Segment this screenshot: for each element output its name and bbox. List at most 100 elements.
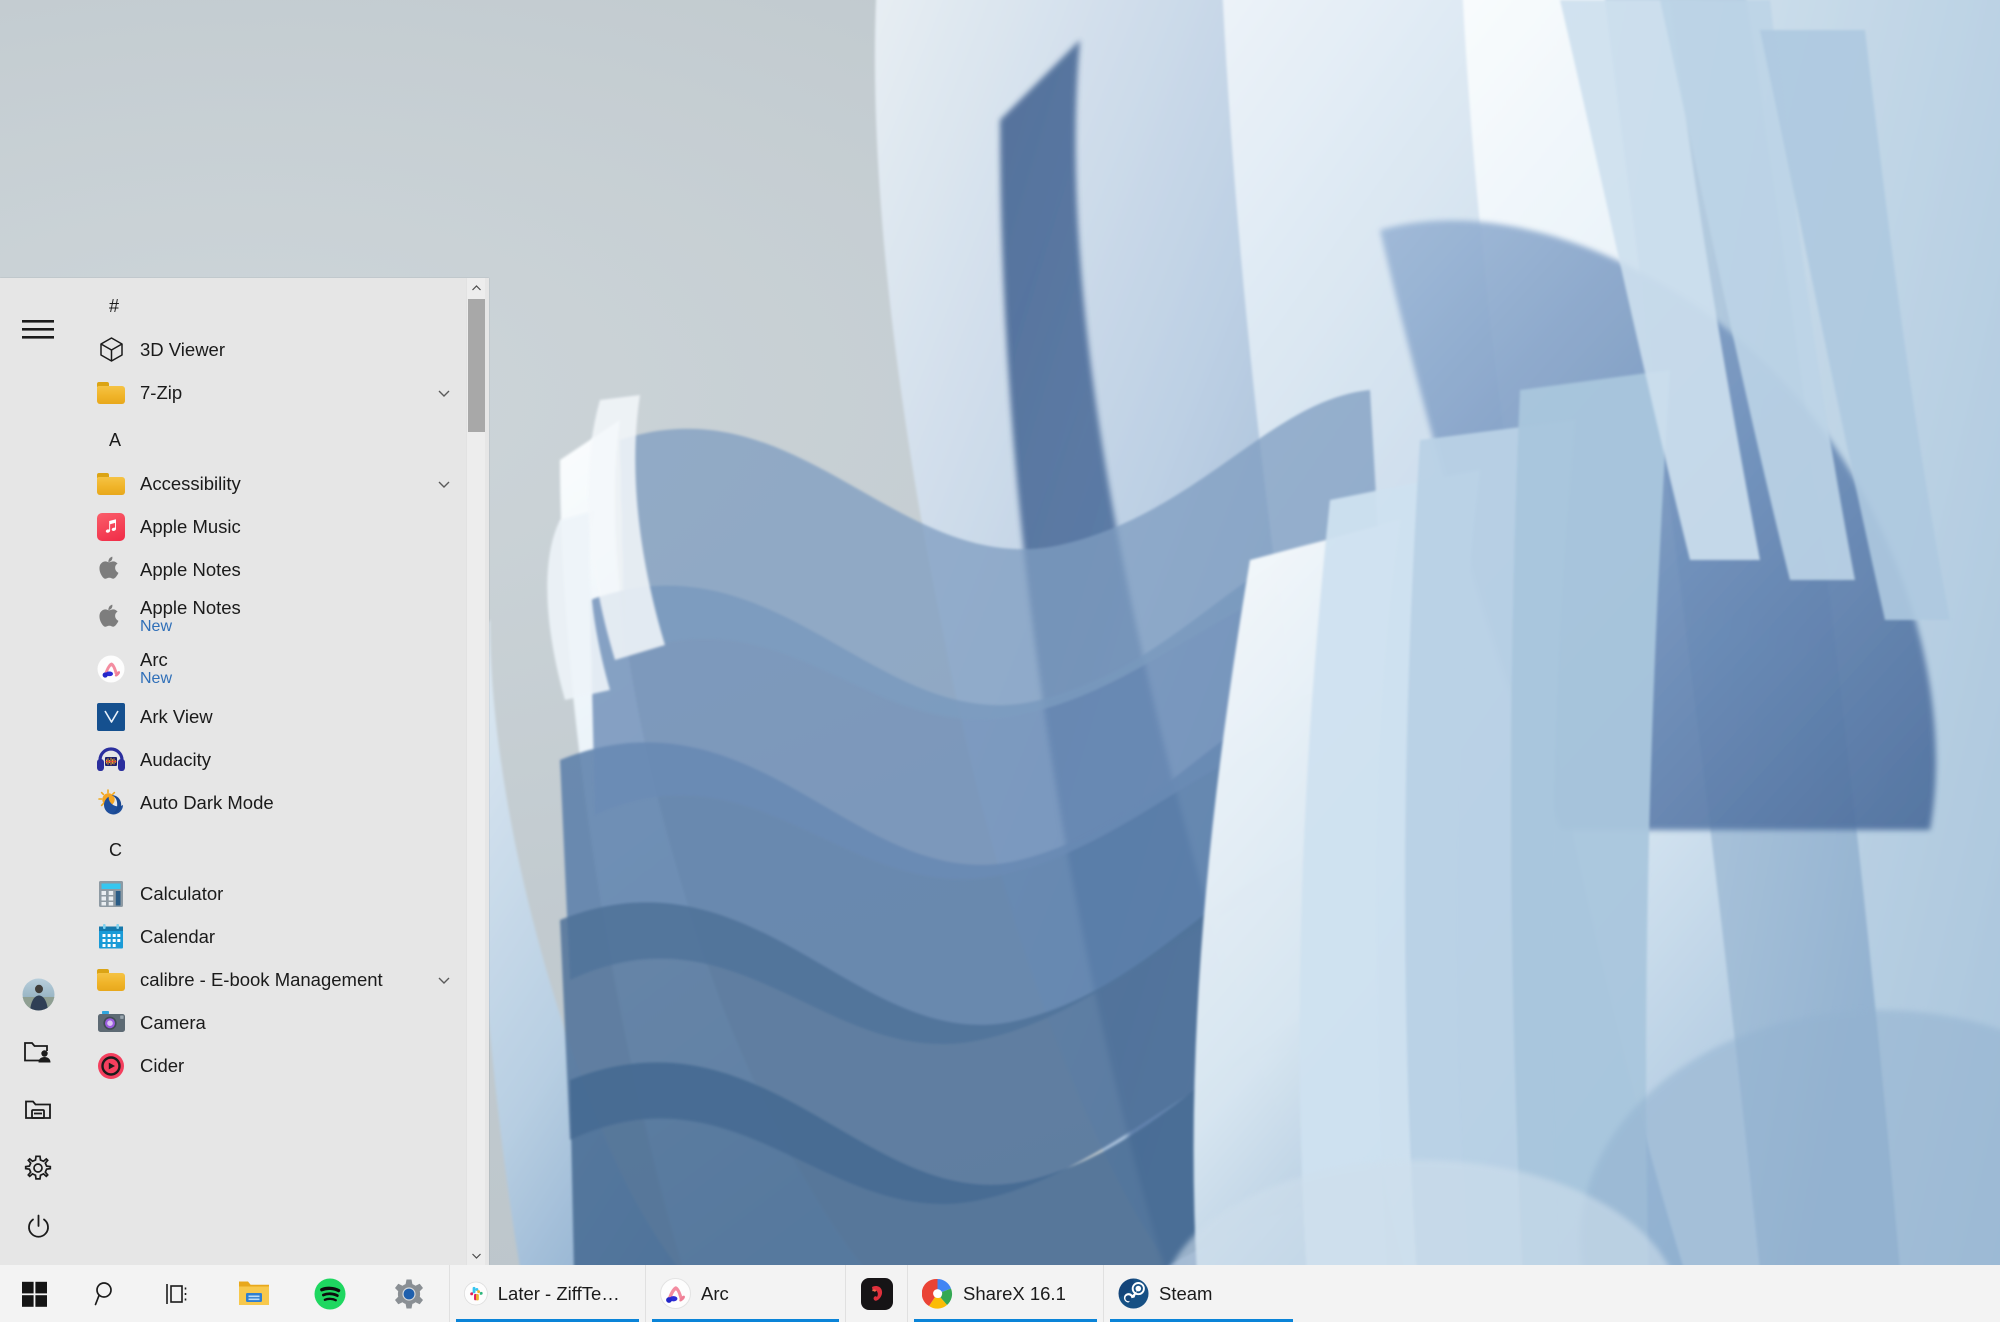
app-label: Calendar [140, 926, 215, 947]
app-label: Ark View [140, 706, 213, 727]
app-list[interactable]: # 3D Viewer 7-Zip [76, 278, 470, 1265]
documents-button[interactable] [0, 1023, 76, 1081]
app-list-scroll-region[interactable]: # 3D Viewer 7-Zip [76, 278, 489, 1265]
task-label: ShareX 16.1 [963, 1283, 1066, 1305]
calendar-icon [96, 922, 126, 952]
new-badge: New [140, 618, 241, 636]
app-label: Calculator [140, 883, 223, 904]
app-item-apple-notes-new[interactable]: Apple Notes New [76, 591, 470, 643]
pictures-folder-icon [23, 1097, 53, 1123]
app-item-calculator[interactable]: Calculator [76, 872, 470, 915]
start-menu[interactable]: # 3D Viewer 7-Zip [0, 278, 489, 1265]
app-item-cider[interactable]: Cider [76, 1044, 470, 1087]
folder-icon [96, 469, 126, 499]
app-item-3d-viewer[interactable]: 3D Viewer [76, 328, 470, 371]
ark-view-icon [96, 702, 126, 732]
task-view-button[interactable] [142, 1265, 216, 1322]
chevron-down-icon[interactable] [436, 476, 452, 492]
app-label: Apple Music [140, 516, 241, 537]
arc-browser-icon [96, 654, 126, 684]
app-label: Arc [140, 649, 172, 670]
chevron-down-icon[interactable] [436, 385, 452, 401]
taskbar-task-slack[interactable]: Later - ZiffTech - Sl... [449, 1265, 645, 1322]
app-item-auto-dark-mode[interactable]: Auto Dark Mode [76, 781, 470, 824]
avatar-icon [22, 978, 55, 1011]
app-label: Audacity [140, 749, 211, 770]
documents-folder-icon [23, 1039, 53, 1065]
task-label: Steam [1159, 1283, 1212, 1305]
app-item-7-zip[interactable]: 7-Zip [76, 371, 470, 414]
app-item-apple-music[interactable]: Apple Music [76, 505, 470, 548]
app-item-accessibility[interactable]: Accessibility [76, 462, 470, 505]
power-button[interactable] [0, 1197, 76, 1255]
folder-icon [96, 965, 126, 995]
power-icon [25, 1213, 52, 1240]
user-avatar-button[interactable] [0, 965, 76, 1023]
app-item-audacity[interactable]: Audacity [76, 738, 470, 781]
taskbar-settings-button[interactable] [369, 1265, 449, 1322]
taskbar-task-sharex[interactable]: ShareX 16.1 [907, 1265, 1103, 1322]
chevron-down-icon[interactable] [436, 972, 452, 988]
cider-taskbar-icon [860, 1277, 894, 1311]
gear-icon [24, 1154, 52, 1182]
taskbar[interactable]: Later - ZiffTech - Sl... Arc [0, 1265, 2000, 1322]
taskbar-spotify-button[interactable] [291, 1265, 369, 1322]
app-item-camera[interactable]: Camera [76, 1001, 470, 1044]
taskbar-task-cider[interactable] [845, 1265, 907, 1322]
group-header-hash[interactable]: # [76, 284, 470, 328]
app-item-arc[interactable]: Arc New [76, 643, 470, 695]
steam-icon [1118, 1278, 1149, 1309]
search-icon [93, 1280, 120, 1307]
apple-logo-icon [96, 602, 126, 632]
app-label: Auto Dark Mode [140, 792, 274, 813]
app-label: 3D Viewer [140, 339, 225, 360]
settings-gear-icon [393, 1278, 425, 1310]
task-label: Later - ZiffTech - Sl... [498, 1283, 629, 1305]
folder-icon [96, 378, 126, 408]
hamburger-menu-button[interactable] [0, 300, 76, 358]
task-view-icon [165, 1281, 193, 1307]
app-item-ark-view[interactable]: Ark View [76, 695, 470, 738]
pictures-button[interactable] [0, 1081, 76, 1139]
sharex-icon [922, 1278, 953, 1309]
audacity-icon [96, 745, 126, 775]
app-label: Accessibility [140, 473, 241, 494]
app-label: Apple Notes [140, 559, 241, 580]
auto-dark-mode-icon [96, 788, 126, 818]
start-button[interactable] [0, 1265, 70, 1322]
scrollbar-down-arrow[interactable] [467, 1246, 486, 1265]
taskbar-task-steam[interactable]: Steam [1103, 1265, 1299, 1322]
app-label: calibre - E-book Management [140, 969, 383, 990]
new-badge: New [140, 670, 172, 688]
app-label: Cider [140, 1055, 184, 1076]
camera-icon [96, 1008, 126, 1038]
hamburger-icon [21, 318, 55, 340]
app-label: Apple Notes [140, 597, 241, 618]
settings-button[interactable] [0, 1139, 76, 1197]
taskbar-file-explorer-button[interactable] [216, 1265, 291, 1322]
cube-icon [96, 335, 126, 365]
start-menu-left-rail[interactable] [0, 278, 76, 1265]
cider-icon [96, 1051, 126, 1081]
search-button[interactable] [70, 1265, 142, 1322]
group-header-c[interactable]: C [76, 828, 470, 872]
app-label: Camera [140, 1012, 206, 1033]
spotify-icon [314, 1278, 346, 1310]
slack-icon [464, 1278, 488, 1309]
app-item-calibre[interactable]: calibre - E-book Management [76, 958, 470, 1001]
arc-browser-icon [660, 1278, 691, 1309]
app-item-calendar[interactable]: Calendar [76, 915, 470, 958]
scrollbar-up-arrow[interactable] [467, 278, 486, 297]
group-header-a[interactable]: A [76, 418, 470, 462]
scrollbar-thumb[interactable] [468, 299, 485, 432]
task-label: Arc [701, 1283, 729, 1305]
apple-logo-icon [96, 555, 126, 585]
file-explorer-icon [238, 1280, 270, 1307]
windows-logo-icon [22, 1281, 48, 1307]
app-item-apple-notes[interactable]: Apple Notes [76, 548, 470, 591]
app-list-scrollbar[interactable] [466, 278, 485, 1265]
apple-music-icon [96, 512, 126, 542]
app-label: 7-Zip [140, 382, 182, 403]
taskbar-task-arc[interactable]: Arc [645, 1265, 845, 1322]
desktop[interactable]: # 3D Viewer 7-Zip [0, 0, 2000, 1322]
